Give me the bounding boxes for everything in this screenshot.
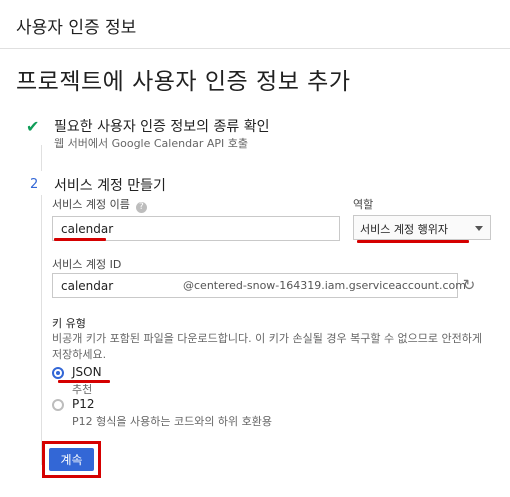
role-label: 역할 <box>353 198 374 211</box>
key-type-description: 비공개 키가 포함된 파일을 다운로드합니다. 이 키가 손실될 경우 복구할 … <box>52 332 483 361</box>
json-radio-sublabel: 추천 <box>72 383 93 396</box>
header-title: 사용자 인증 정보 <box>16 18 137 38</box>
step1-description: 웹 서버에서 Google Calendar API 호출 <box>54 137 248 150</box>
step2-title: 서비스 계정 만들기 <box>54 178 166 194</box>
json-radio-label[interactable]: JSON <box>72 365 102 379</box>
step-connector <box>41 195 42 465</box>
role-select-value: 서비스 계정 행위자 <box>360 223 448 236</box>
step2-number: 2 <box>30 177 39 192</box>
step1-title[interactable]: 필요한 사용자 인증 정보의 종류 확인 <box>54 116 269 136</box>
top-bar: 사용자 인증 정보 <box>0 0 510 49</box>
service-account-id-domain: @centered-snow-164319.iam.gserviceaccoun… <box>183 279 466 292</box>
service-account-name-label: 서비스 계정 이름? <box>52 196 147 213</box>
service-account-id-input[interactable]: calendar @centered-snow-164319.iam.gserv… <box>52 273 466 298</box>
refresh-icon[interactable]: ↻ <box>460 276 478 294</box>
service-account-id-label: 서비스 계정 ID <box>52 258 122 271</box>
highlight-underline <box>58 380 110 383</box>
dropdown-arrow-icon <box>475 226 483 231</box>
p12-radio-sublabel: P12 형식을 사용하는 코드와의 하위 호환용 <box>72 415 273 428</box>
service-account-name-label-text: 서비스 계정 이름 <box>52 198 130 211</box>
p12-radio-label[interactable]: P12 <box>72 397 95 411</box>
page-title: 프로젝트에 사용자 인증 정보 추가 <box>16 69 351 95</box>
service-account-id-value: calendar <box>61 279 114 293</box>
highlight-underline <box>54 238 106 241</box>
key-type-label: 키 유형 <box>52 317 86 330</box>
step-connector <box>41 145 42 171</box>
role-select[interactable]: 서비스 계정 행위자 <box>353 215 491 240</box>
continue-button[interactable]: 계속 <box>49 448 94 471</box>
p12-radio[interactable] <box>52 399 64 411</box>
check-icon: ✔ <box>26 117 40 136</box>
json-radio[interactable] <box>52 367 64 379</box>
help-icon[interactable]: ? <box>135 202 147 213</box>
highlight-underline <box>357 240 469 243</box>
service-account-name-value: calendar <box>61 222 114 236</box>
